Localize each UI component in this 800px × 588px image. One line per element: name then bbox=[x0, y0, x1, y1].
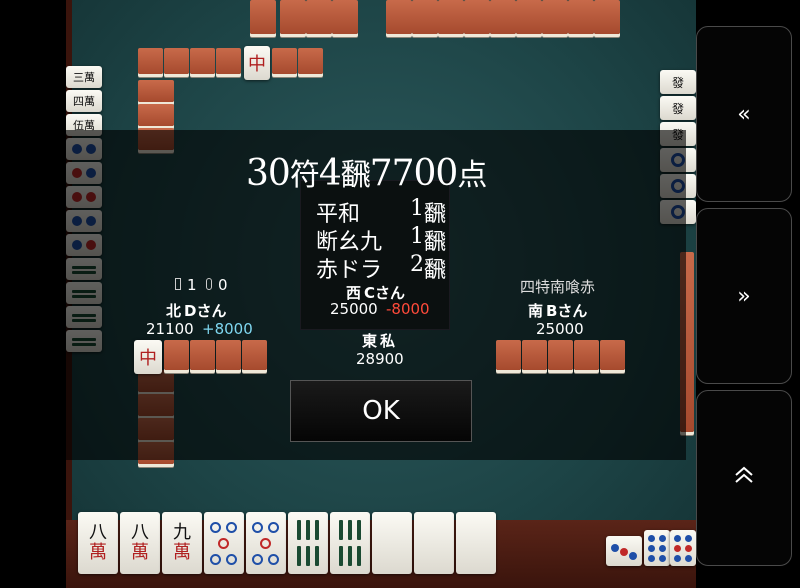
ok-button[interactable]: OK bbox=[290, 380, 472, 442]
hand-tile[interactable]: 八萬 bbox=[120, 512, 160, 574]
player-seat: 南 bbox=[528, 302, 544, 320]
fu-value: 30 bbox=[246, 153, 291, 194]
expand-up-button[interactable] bbox=[696, 390, 792, 566]
yaku-name: 赤ドラ bbox=[316, 258, 383, 283]
prev-button[interactable]: « bbox=[696, 26, 792, 202]
han-value: 4 bbox=[318, 153, 342, 194]
points-value: 7700 bbox=[369, 153, 459, 194]
next-button[interactable]: » bbox=[696, 208, 792, 384]
sidebar: « » bbox=[696, 0, 800, 588]
yaku-han: 1 bbox=[410, 224, 424, 249]
player-score: 28900 bbox=[356, 350, 404, 368]
hand-tile[interactable]: 八萬 bbox=[78, 512, 118, 574]
honba-icon bbox=[206, 278, 212, 290]
honba-count: 0 bbox=[218, 276, 228, 294]
hand-tile[interactable] bbox=[204, 512, 244, 574]
player-score: 21100 bbox=[146, 320, 194, 338]
hand-tile[interactable] bbox=[246, 512, 286, 574]
double-chevron-up-icon bbox=[733, 465, 755, 491]
yaku-han: 1 bbox=[410, 196, 424, 221]
player-delta: -8000 bbox=[386, 300, 430, 318]
points-label: 点 bbox=[457, 158, 487, 193]
player-badge: 四特南喰赤 bbox=[520, 278, 596, 296]
hand-tile[interactable] bbox=[288, 512, 328, 574]
hand-tile[interactable] bbox=[456, 512, 496, 574]
double-chevron-right-icon: » bbox=[737, 283, 751, 309]
double-chevron-up-icon bbox=[735, 466, 753, 483]
player-name: Bさん bbox=[546, 302, 588, 320]
riichi-stick-count: 1 bbox=[187, 276, 197, 294]
hand-tile[interactable] bbox=[414, 512, 454, 574]
player-delta: +8000 bbox=[202, 320, 253, 338]
player-score: 25000 bbox=[330, 300, 378, 318]
riichi-stick-icon bbox=[175, 278, 181, 290]
double-chevron-left-icon: « bbox=[737, 101, 751, 127]
game-screen: 中 三萬 四萬 伍萬 發 發 發 bbox=[0, 0, 800, 588]
han-label: 飜 bbox=[340, 158, 371, 193]
player-seat: 北 bbox=[166, 302, 182, 320]
hand-tile[interactable] bbox=[372, 512, 412, 574]
player-name: Dさん bbox=[184, 302, 227, 320]
fu-label: 符 bbox=[289, 158, 320, 193]
yaku-han: 2 bbox=[410, 252, 424, 277]
score-line: 30符4飜7700点 bbox=[246, 150, 487, 194]
player-seat: 東 bbox=[362, 332, 378, 350]
yaku-unit: 飜 bbox=[424, 258, 447, 283]
dora-indicator-tile: 中 bbox=[244, 46, 270, 80]
hand-tile[interactable]: 九萬 bbox=[162, 512, 202, 574]
player-name: 私 bbox=[380, 332, 396, 350]
hand-tile[interactable] bbox=[330, 512, 370, 574]
player-score: 25000 bbox=[536, 320, 584, 338]
